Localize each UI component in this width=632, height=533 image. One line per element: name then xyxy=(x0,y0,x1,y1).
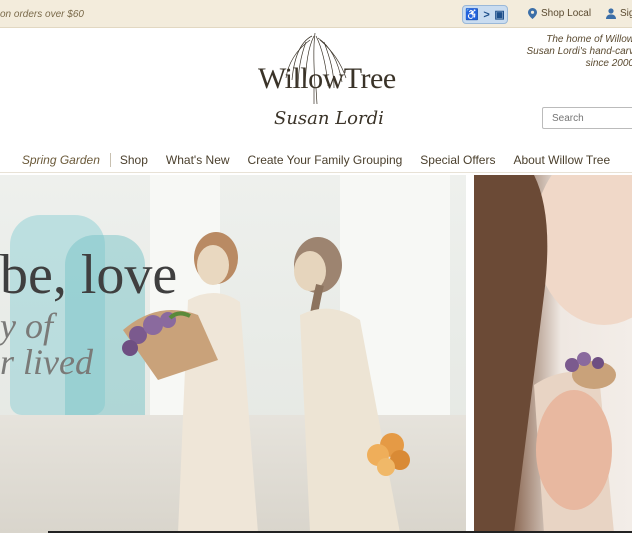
sign-in-link[interactable]: Sig xyxy=(606,8,632,19)
site-tagline: The home of Willow Susan Lordi's hand-ca… xyxy=(514,34,632,70)
nav-special-offers[interactable]: Special Offers xyxy=(411,153,504,167)
screen-icon: ▣ xyxy=(494,9,505,21)
top-promo-bar: on orders over $60 ♿ > ▣ Shop Local Sig xyxy=(0,0,632,28)
shop-local-link[interactable]: Shop Local xyxy=(528,8,591,19)
tagline-line: The home of Willow xyxy=(546,34,632,45)
hero-image-main: be, love y of r lived xyxy=(0,175,466,533)
nav-whats-new[interactable]: What's New xyxy=(157,153,239,167)
map-pin-icon xyxy=(528,8,537,19)
tagline-line: Susan Lordi's hand-carv xyxy=(526,46,632,57)
logo-wordmark: WillowTree xyxy=(258,62,396,95)
hero-headline-line3: r lived xyxy=(0,342,93,382)
hero-divider xyxy=(466,175,474,533)
willow-tree-logo[interactable]: WillowTree Susan Lordi xyxy=(250,28,396,140)
main-navigation: Spring Garden Shop What's New Create You… xyxy=(0,148,632,172)
logo-signature: Susan Lordi xyxy=(274,108,384,129)
search-input[interactable] xyxy=(542,107,632,129)
nav-shop[interactable]: Shop xyxy=(111,153,157,167)
figurine-girl-with-braid xyxy=(294,237,410,533)
hero-headline-line1: be, love xyxy=(0,244,178,306)
accessibility-toggle[interactable]: ♿ > ▣ xyxy=(462,5,508,24)
nav-about-willow-tree[interactable]: About Willow Tree xyxy=(504,153,619,167)
shop-local-label: Shop Local xyxy=(541,8,592,19)
nav-create-family-grouping[interactable]: Create Your Family Grouping xyxy=(239,153,412,167)
free-shipping-promo: on orders over $60 xyxy=(0,9,84,20)
tagline-line: since 2000 xyxy=(585,58,632,69)
wheelchair-icon: ♿ xyxy=(465,9,479,21)
user-icon xyxy=(606,8,616,19)
separator-glyph: > xyxy=(483,8,490,21)
woman-holding-figurine-image xyxy=(474,175,632,533)
nav-spring-garden[interactable]: Spring Garden xyxy=(13,153,111,167)
nav-divider xyxy=(0,172,632,173)
sign-in-label: Sig xyxy=(620,8,632,19)
hero-banner[interactable]: be, love y of r lived xyxy=(0,175,632,533)
hero-image-secondary xyxy=(474,175,632,533)
